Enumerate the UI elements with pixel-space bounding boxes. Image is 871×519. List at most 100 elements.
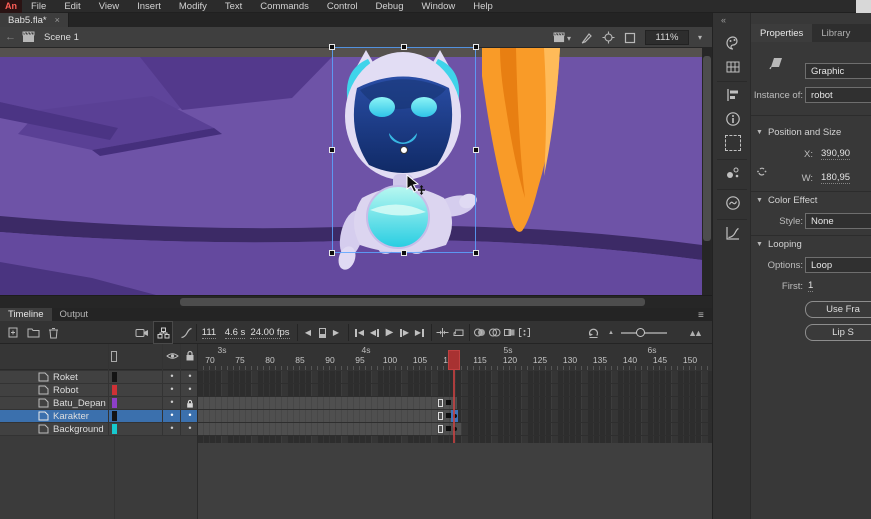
layers-frames-divider[interactable] [197,344,198,519]
menu-help[interactable]: Help [464,1,502,12]
timeline-zoom-knob[interactable] [636,328,645,337]
x-value[interactable]: 390,90 [821,148,850,160]
modify-markers-button[interactable] [517,321,532,344]
layer-color-swatch[interactable] [112,411,117,421]
layer-row-robot[interactable]: Robot • • [0,384,197,397]
selection-handle[interactable] [401,250,407,256]
delete-layer-button[interactable] [44,321,62,344]
playhead-marker-icon[interactable] [315,321,329,344]
selection-handle[interactable] [473,250,479,256]
scene-name[interactable]: Scene 1 [44,32,79,43]
show-tween-graph-button[interactable] [177,321,195,344]
zoom-dropdown-icon[interactable]: ▾ [698,33,702,42]
parenting-view-toggle[interactable] [153,321,173,344]
lock-icon[interactable] [185,350,195,362]
layer-visibility-dot[interactable]: • [166,384,178,394]
layer-color-swatch[interactable] [112,398,117,408]
transform-panel-icon[interactable] [725,135,741,151]
color-panel-icon[interactable] [725,35,741,51]
menu-window[interactable]: Window [413,1,465,12]
stage-horizontal-scrollbar[interactable] [0,295,712,308]
layer-color-swatch[interactable] [112,424,117,434]
tab-output[interactable]: Output [52,308,97,321]
loop-options-dropdown[interactable]: Loop [805,257,871,273]
section-collapse-icon[interactable]: ▼ [756,197,763,204]
selection-handle[interactable] [473,147,479,153]
zoom-level-input[interactable]: 111% [645,30,689,45]
section-collapse-icon[interactable]: ▼ [756,241,763,248]
back-icon[interactable]: ← [5,31,16,43]
keyframe-marker[interactable] [446,400,451,405]
step-marker-back-button[interactable]: ◀ [301,321,315,344]
frame-span[interactable] [197,410,457,422]
layer-lock-dot[interactable]: • [184,384,196,394]
onion-skin-outlines-button[interactable] [487,321,502,344]
playhead-line[interactable] [453,370,455,443]
layer-row-karakter-selected[interactable]: Karakter • • [0,410,197,423]
frame-span[interactable] [197,397,457,409]
layer-row-roket[interactable]: Roket • • [0,371,197,384]
clip-content-button[interactable] [624,32,636,44]
edit-symbols-button[interactable] [580,32,593,44]
step-back-button[interactable]: ◀ [367,321,382,344]
reset-timeline-zoom-button[interactable] [585,321,601,344]
swatches-panel-icon[interactable] [725,59,741,75]
zoom-in-timeline-icon[interactable]: ▲▲ [684,321,704,344]
selection-handle[interactable] [329,250,335,256]
layer-visibility-dot[interactable]: • [166,371,178,381]
menu-edit[interactable]: Edit [55,1,89,12]
info-panel-icon[interactable] [725,111,741,127]
use-frame-picker-button[interactable]: Use Fra [805,301,871,318]
layer-lock-dot[interactable]: • [184,410,196,420]
timeline-zoom-slider[interactable] [620,321,668,344]
selection-handle[interactable] [329,147,335,153]
playhead[interactable] [448,350,460,370]
edit-multiple-frames-button[interactable] [502,321,517,344]
layer-visibility-dot[interactable]: • [166,410,178,420]
step-marker-forward-button[interactable]: ▶ [329,321,343,344]
layer-color-swatch[interactable] [112,385,117,395]
go-to-last-frame-button[interactable]: ▶ [412,321,427,344]
menu-modify[interactable]: Modify [170,1,216,12]
menu-commands[interactable]: Commands [251,1,318,12]
selection-bounding-box[interactable] [332,47,476,253]
selection-handle[interactable] [473,44,479,50]
tab-library[interactable]: Library [812,24,859,42]
step-forward-button[interactable]: ▶ [397,321,412,344]
w-value[interactable]: 180,95 [821,172,850,184]
window-control-fragment[interactable] [856,0,871,13]
looping-section-header[interactable]: ▼ Looping [756,239,802,250]
center-frame-button[interactable] [602,31,615,44]
new-folder-button[interactable] [24,321,42,344]
panel-menu-icon[interactable]: ≡ [698,310,704,321]
zoom-out-timeline-icon[interactable]: ▲ [604,321,618,344]
color-effect-section-header[interactable]: ▼ Color Effect [756,195,817,206]
frame-rate-value[interactable]: 24.00 fps [250,321,290,344]
app-logo[interactable]: An [0,0,22,13]
motion-editor-panel-icon[interactable] [725,225,741,241]
section-collapse-icon[interactable]: ▼ [756,129,763,136]
loop-playback-button[interactable] [450,321,466,344]
add-camera-button[interactable] [133,321,151,344]
onion-skin-button[interactable] [472,321,487,344]
tab-properties[interactable]: Properties [751,24,812,42]
edit-scene-button[interactable]: ▾ [553,32,571,43]
horizontal-scroll-thumb[interactable] [180,298,645,306]
layer-visibility-dot[interactable]: • [166,397,178,407]
frame-span[interactable] [197,423,461,435]
layer-locked-icon[interactable] [186,399,194,409]
position-size-section-header[interactable]: ▼ Position and Size [756,127,841,138]
collapse-panels-icon[interactable]: « [721,15,726,25]
menu-debug[interactable]: Debug [367,1,413,12]
selection-handle[interactable] [401,44,407,50]
tab-timeline[interactable]: Timeline [0,308,52,321]
go-to-first-frame-button[interactable]: ◀ [352,321,367,344]
menu-view[interactable]: View [90,1,128,12]
elapsed-time-value[interactable]: 4.6 s [223,321,247,344]
eye-icon[interactable] [166,351,179,361]
new-layer-button[interactable] [4,321,22,344]
document-tab[interactable]: Bab5.fla* × [0,13,69,27]
symbol-type-dropdown[interactable]: Graphic [805,63,871,79]
menu-text[interactable]: Text [216,1,251,12]
instance-name-field[interactable]: robot [805,87,871,103]
